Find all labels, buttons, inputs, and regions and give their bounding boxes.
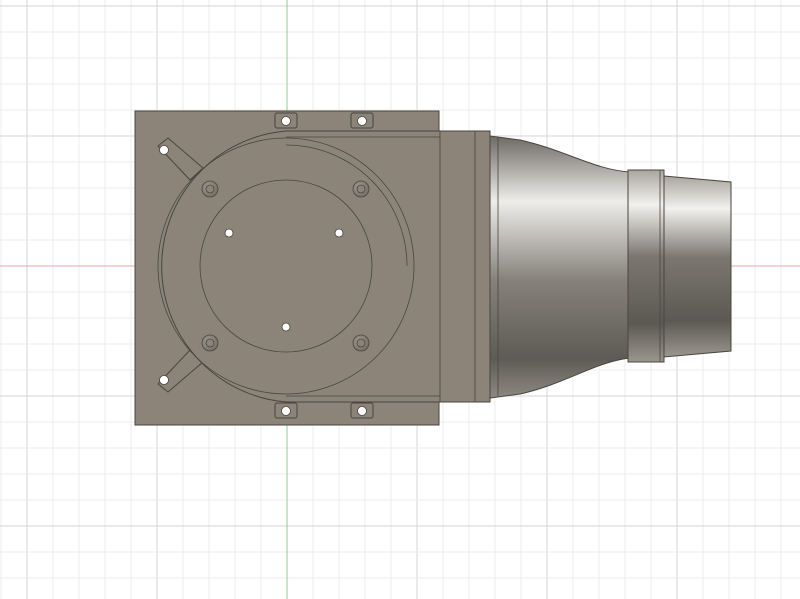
mounting-tab-top-right[interactable]	[350, 112, 374, 129]
boss-top-left[interactable]	[201, 180, 219, 198]
mounting-tab-top-left[interactable]	[274, 112, 298, 129]
boss-bottom-right[interactable]	[352, 334, 370, 352]
blower-housing[interactable]	[161, 130, 491, 403]
mounting-tab-bottom-left[interactable]	[274, 402, 298, 419]
cad-viewport[interactable]	[0, 0, 800, 599]
mounting-tab-bottom-right[interactable]	[350, 402, 374, 419]
boss-top-right[interactable]	[352, 180, 370, 198]
viewport-canvas[interactable]	[0, 0, 800, 599]
pin-hole-2[interactable]	[334, 228, 344, 238]
model-part[interactable]	[134, 110, 732, 426]
pin-hole-3[interactable]	[281, 322, 291, 332]
nozzle-collar[interactable]	[627, 169, 665, 363]
transition-duct[interactable]	[489, 135, 631, 399]
pin-hole-1[interactable]	[224, 228, 234, 238]
boss-bottom-left[interactable]	[201, 334, 219, 352]
nozzle-tube[interactable]	[663, 175, 732, 358]
